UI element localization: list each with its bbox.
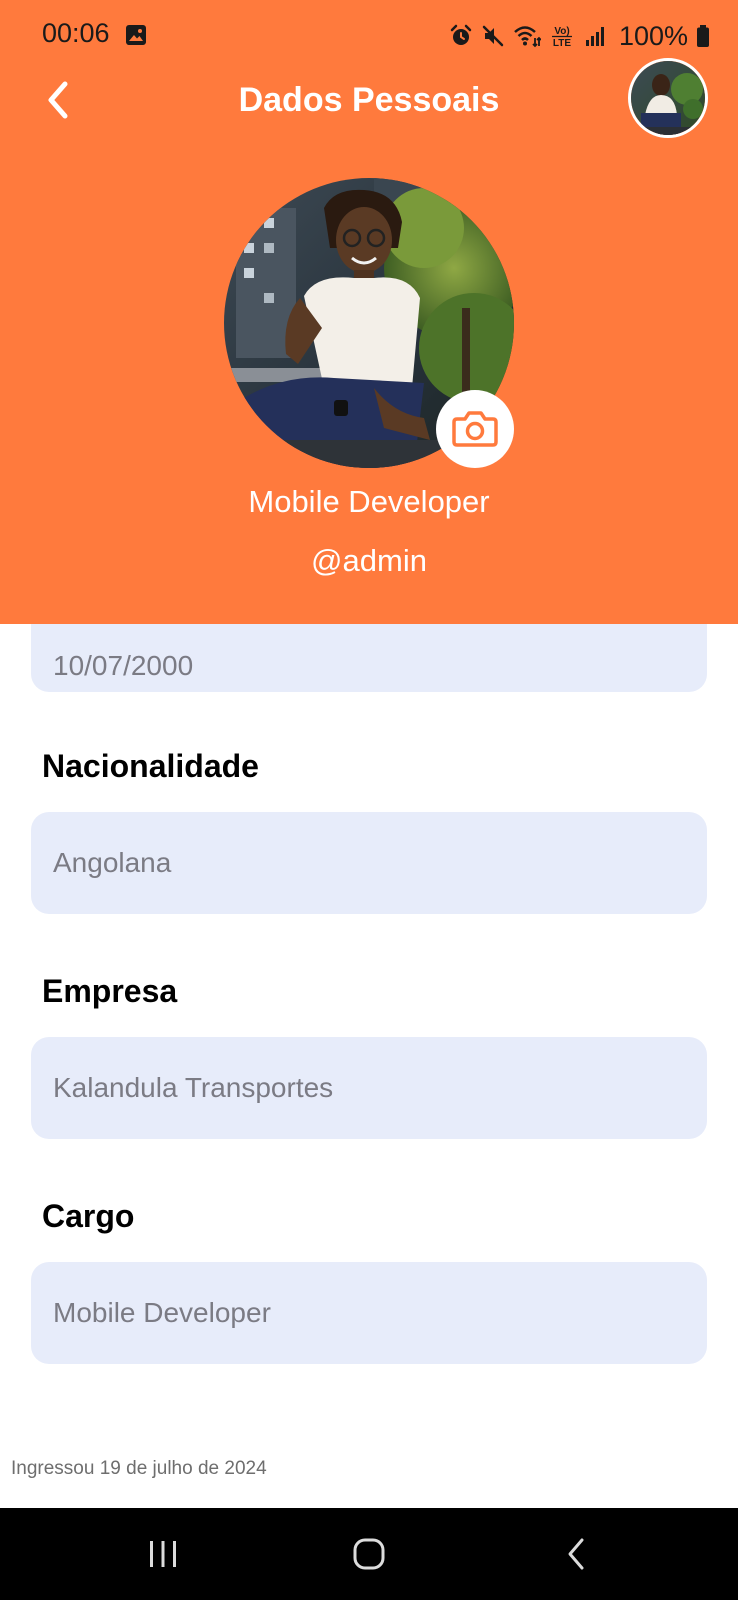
avatar-photo: [631, 61, 705, 135]
company-value: Kalandula Transportes: [53, 1072, 334, 1103]
mute-icon: [482, 25, 504, 47]
profile-header: 00:06 Vo) LTE 100% Dados Pessoais Mobile…: [0, 0, 738, 624]
company-label: Empresa: [42, 973, 178, 1009]
svg-text:LTE: LTE: [553, 38, 571, 48]
status-time: 00:06: [42, 18, 110, 48]
battery-percentage: 100%: [618, 20, 688, 51]
camera-icon: [452, 411, 498, 447]
nationality-label: Nacionalidade: [42, 748, 259, 784]
status-icons: Vo) LTE 100%: [449, 20, 710, 52]
position-value: Mobile Developer: [53, 1297, 271, 1328]
profile-role: Mobile Developer: [248, 484, 490, 519]
recent-apps-button[interactable]: [133, 1526, 193, 1582]
battery-icon: [697, 25, 709, 47]
signal-icon: [585, 27, 604, 46]
home-icon: [353, 1538, 385, 1570]
wifi-icon: [514, 26, 541, 48]
gallery-icon: [126, 25, 146, 45]
system-nav-bar: [0, 1508, 738, 1600]
svg-text:Vo): Vo): [554, 26, 569, 37]
change-photo-button[interactable]: [436, 390, 514, 468]
recent-apps-icon: [150, 1541, 176, 1567]
back-icon: [568, 1538, 584, 1570]
status-bar: 00:06 Vo) LTE 100%: [0, 0, 738, 72]
home-button[interactable]: [339, 1526, 399, 1582]
position-field[interactable]: Mobile Developer: [31, 1262, 707, 1364]
system-back-button[interactable]: [546, 1526, 606, 1582]
company-field[interactable]: Kalandula Transportes: [31, 1037, 707, 1139]
alarm-icon: [450, 24, 472, 45]
nationality-value: Angolana: [53, 847, 172, 878]
nationality-field[interactable]: Angolana: [31, 812, 707, 914]
volte-icon: Vo) LTE: [551, 26, 572, 48]
profile-username: @admin: [311, 543, 427, 578]
avatar[interactable]: [628, 58, 708, 138]
position-label: Cargo: [42, 1198, 135, 1234]
joined-date: Ingressou 19 de julho de 2024: [11, 1458, 267, 1479]
